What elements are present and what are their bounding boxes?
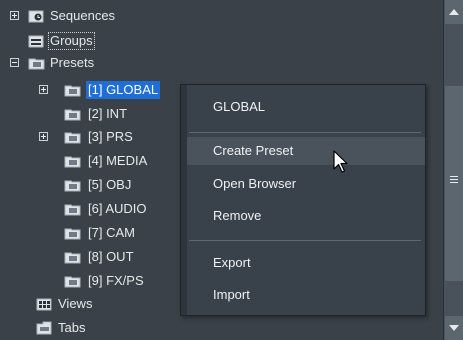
- tree-label: Sequences: [50, 8, 116, 23]
- preset-folder-icon: [64, 204, 81, 216]
- views-icon: [36, 298, 52, 311]
- scroll-up-button[interactable]: [445, 0, 463, 24]
- tree-label: [3] PRS: [88, 129, 133, 144]
- preset-folder-icon: [64, 109, 81, 121]
- tree-label: [8] OUT: [88, 249, 134, 264]
- tree-label: [6] AUDIO: [88, 201, 147, 216]
- tabs-icon: [36, 321, 52, 335]
- tree-label: [2] INT: [88, 106, 128, 121]
- preset-folder-icon: [64, 252, 81, 264]
- tree-label: [1] GLOBAL: [86, 81, 161, 99]
- tree-label: Presets: [50, 55, 95, 70]
- menu-separator: [189, 240, 421, 241]
- preset-folder-icon: [28, 58, 45, 70]
- arrow-down-icon: [449, 325, 459, 331]
- mouse-cursor-icon: [333, 150, 348, 173]
- tree-label: Views: [58, 296, 93, 311]
- preset-folder-icon: [64, 156, 81, 168]
- tree-label: Tabs: [58, 320, 86, 335]
- menu-item-import[interactable]: Import: [187, 281, 425, 309]
- menu-item-create-preset[interactable]: Create Preset: [187, 137, 425, 165]
- context-menu: GLOBAL Create Preset Open Browser Remove…: [180, 84, 426, 316]
- tree-label: [4] MEDIA: [88, 153, 148, 168]
- preset-folder-icon: [64, 276, 81, 288]
- preset-folder-icon: [64, 132, 81, 144]
- collapse-icon[interactable]: [10, 58, 19, 67]
- expand-icon[interactable]: [39, 132, 48, 141]
- tree-label: Groups: [48, 32, 95, 50]
- tree-label: [9] FX/PS: [88, 273, 144, 288]
- scroll-thumb[interactable]: [445, 86, 463, 281]
- expand-icon[interactable]: [10, 11, 19, 20]
- preset-folder-icon: [64, 228, 81, 240]
- groups-icon: [28, 35, 44, 48]
- sequences-icon: [28, 10, 44, 23]
- menu-separator: [189, 132, 421, 133]
- tree-label: [7] CAM: [88, 225, 135, 240]
- preset-folder-icon: [64, 180, 81, 192]
- vertical-scrollbar[interactable]: [443, 0, 463, 340]
- menu-item-open-browser[interactable]: Open Browser: [187, 170, 425, 198]
- menu-header-global: GLOBAL: [213, 99, 266, 114]
- arrow-up-icon: [449, 9, 459, 15]
- grip-icon: [450, 176, 458, 185]
- preset-folder-icon: [64, 85, 81, 97]
- menu-item-export[interactable]: Export: [187, 249, 425, 277]
- expand-icon[interactable]: [39, 85, 48, 94]
- menu-item-remove[interactable]: Remove: [187, 202, 425, 230]
- tree-label: [5] OBJ: [88, 177, 132, 192]
- scroll-down-button[interactable]: [445, 316, 463, 340]
